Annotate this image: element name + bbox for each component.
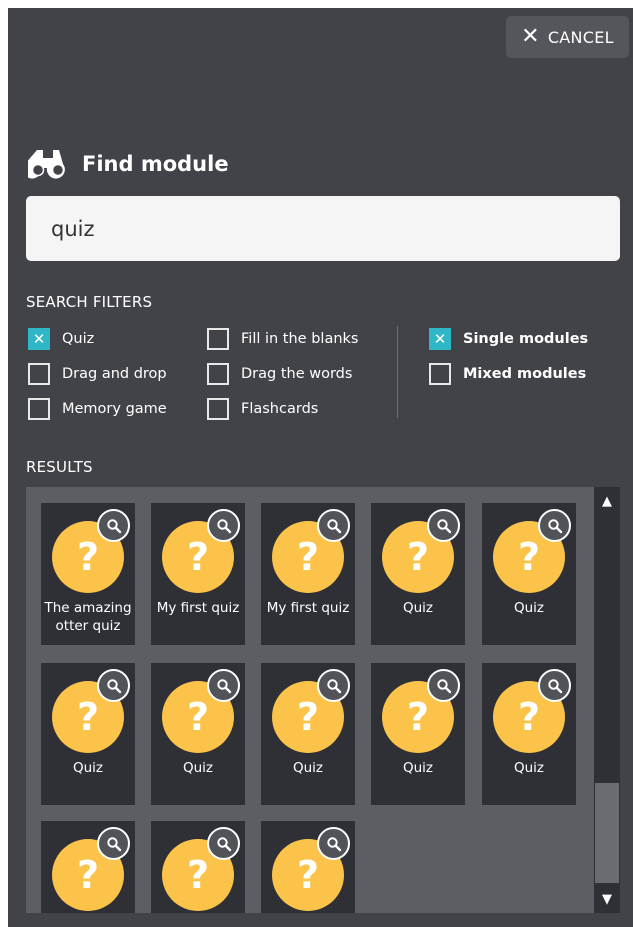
checkbox-fill-in-the-blanks[interactable] bbox=[207, 328, 229, 350]
result-card-name: The amazing otter quiz bbox=[44, 600, 132, 634]
magnifier-icon[interactable] bbox=[207, 827, 240, 860]
filter-memory-game-label: Memory game bbox=[62, 401, 167, 417]
checkbox-quiz[interactable] bbox=[28, 328, 50, 350]
search-filters-heading: SEARCH FILTERS bbox=[26, 293, 153, 311]
filter-quiz[interactable]: Quiz bbox=[28, 328, 94, 350]
result-card[interactable]: ? Quiz bbox=[371, 503, 465, 645]
filter-drag-the-words-label: Drag the words bbox=[241, 366, 353, 382]
title-row: Find module bbox=[28, 144, 229, 184]
result-card[interactable]: ? My first quiz bbox=[151, 503, 245, 645]
result-card-name: My first quiz bbox=[156, 600, 240, 616]
result-card[interactable]: ? Quiz bbox=[261, 663, 355, 805]
filter-mixed-modules[interactable]: Mixed modules bbox=[429, 363, 586, 385]
magnifier-icon[interactable] bbox=[97, 827, 130, 860]
magnifier-icon[interactable] bbox=[207, 669, 240, 702]
result-card[interactable]: ? The amazing otter quiz bbox=[41, 503, 135, 645]
magnifier-icon[interactable] bbox=[207, 509, 240, 542]
magnifier-icon[interactable] bbox=[317, 509, 350, 542]
filter-quiz-label: Quiz bbox=[62, 331, 95, 347]
cancel-label: CANCEL bbox=[547, 27, 614, 47]
magnifier-icon[interactable] bbox=[427, 509, 460, 542]
magnifier-icon[interactable] bbox=[538, 509, 571, 542]
results-heading: RESULTS bbox=[26, 458, 93, 476]
result-card[interactable]: ? Quiz bbox=[41, 663, 135, 805]
magnifier-icon[interactable] bbox=[317, 827, 350, 860]
checkbox-drag-and-drop[interactable] bbox=[28, 363, 50, 385]
result-card[interactable]: ? My first quiz bbox=[261, 503, 355, 645]
filter-drag-and-drop[interactable]: Drag and drop bbox=[28, 363, 167, 385]
result-card-name: Quiz bbox=[292, 760, 324, 776]
checkbox-flashcards[interactable] bbox=[207, 398, 229, 420]
result-card[interactable]: ? bbox=[151, 821, 245, 913]
magnifier-icon[interactable] bbox=[317, 669, 350, 702]
result-card[interactable]: ? bbox=[261, 821, 355, 913]
result-card[interactable]: ? bbox=[41, 821, 135, 913]
result-card[interactable]: ? Quiz bbox=[482, 663, 576, 805]
result-card-name: Quiz bbox=[402, 600, 434, 616]
filter-flashcards-label: Flashcards bbox=[241, 401, 319, 417]
result-card[interactable]: ? Quiz bbox=[371, 663, 465, 805]
magnifier-icon[interactable] bbox=[427, 669, 460, 702]
magnifier-icon[interactable] bbox=[97, 509, 130, 542]
filters-divider bbox=[397, 326, 398, 418]
search-input[interactable] bbox=[26, 196, 620, 261]
scroll-down-arrow-icon[interactable]: ▼ bbox=[594, 885, 620, 913]
filter-memory-game[interactable]: Memory game bbox=[28, 398, 167, 420]
result-card-name: Quiz bbox=[72, 760, 104, 776]
filter-mixed-modules-label: Mixed modules bbox=[463, 366, 587, 382]
scroll-thumb[interactable] bbox=[595, 783, 619, 883]
result-card-name: Quiz bbox=[513, 760, 545, 776]
result-card-name: Quiz bbox=[402, 760, 434, 776]
checkbox-memory-game[interactable] bbox=[28, 398, 50, 420]
result-card[interactable]: ? Quiz bbox=[482, 503, 576, 645]
result-card[interactable]: ? Quiz bbox=[151, 663, 245, 805]
cancel-button[interactable]: ✕ CANCEL bbox=[506, 16, 629, 58]
results-grid: ? The amazing otter quiz? My first quiz? My… bbox=[26, 487, 594, 913]
filter-single-modules[interactable]: Single modules bbox=[429, 328, 588, 350]
result-card-name: Quiz bbox=[182, 760, 214, 776]
filter-flashcards[interactable]: Flashcards bbox=[207, 398, 318, 420]
filter-fill-in-the-blanks-label: Fill in the blanks bbox=[241, 331, 359, 347]
filter-fill-in-the-blanks[interactable]: Fill in the blanks bbox=[207, 328, 358, 350]
find-module-dialog: ✕ CANCEL Find module SEARCH FILTERS Quiz… bbox=[8, 8, 633, 927]
results-scrollbar[interactable]: ▲ ▼ bbox=[594, 487, 620, 913]
filter-single-modules-label: Single modules bbox=[463, 331, 589, 347]
result-card-name: My first quiz bbox=[266, 600, 350, 616]
checkbox-drag-the-words[interactable] bbox=[207, 363, 229, 385]
filter-drag-the-words[interactable]: Drag the words bbox=[207, 363, 352, 385]
checkbox-single-modules[interactable] bbox=[429, 328, 451, 350]
result-card-name: Quiz bbox=[513, 600, 545, 616]
binoculars-icon bbox=[28, 150, 65, 179]
close-icon: ✕ bbox=[521, 24, 540, 49]
magnifier-icon[interactable] bbox=[538, 669, 571, 702]
checkbox-mixed-modules[interactable] bbox=[429, 363, 451, 385]
scroll-up-arrow-icon[interactable]: ▲ bbox=[594, 487, 620, 515]
page-title: Find module bbox=[82, 152, 229, 176]
magnifier-icon[interactable] bbox=[97, 669, 130, 702]
filter-drag-and-drop-label: Drag and drop bbox=[62, 366, 167, 382]
